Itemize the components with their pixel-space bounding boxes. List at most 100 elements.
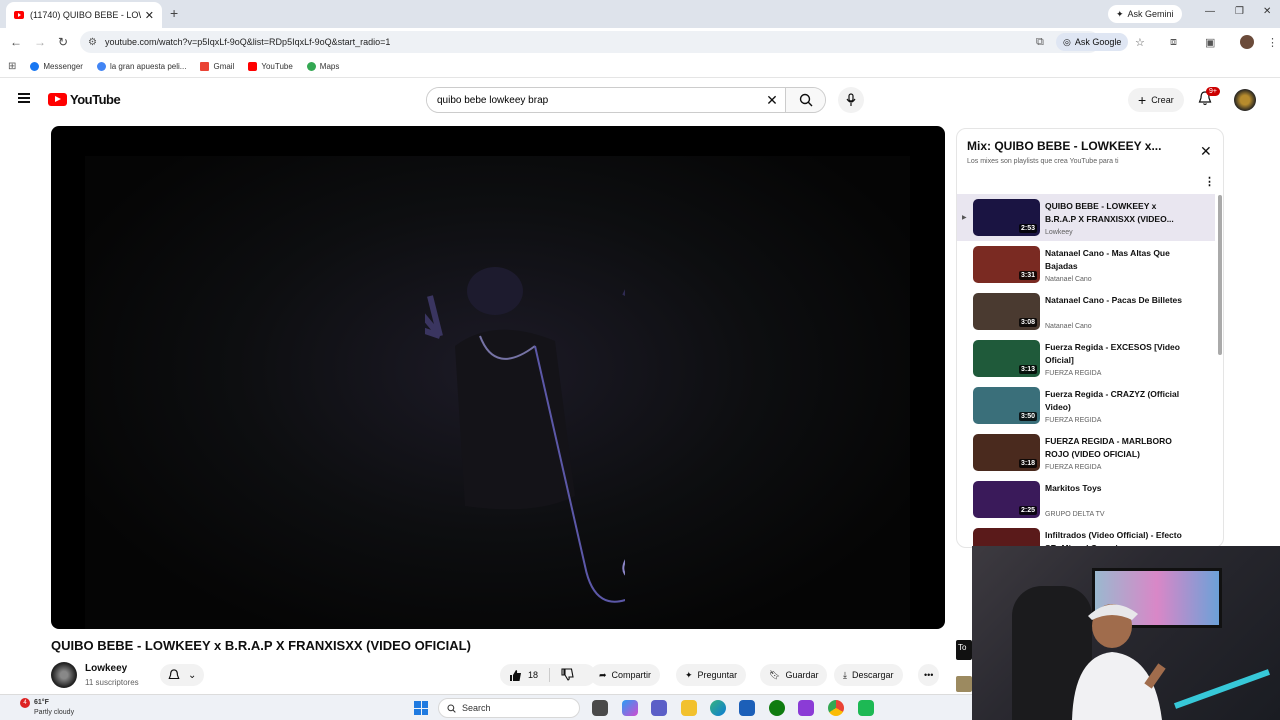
playlist-thumbnail[interactable]: 3:50 (973, 387, 1040, 424)
menu-icon[interactable] (18, 93, 30, 103)
youtube-logo[interactable]: YouTube (48, 92, 121, 107)
save-label: Guardar (785, 670, 819, 680)
playlist-thumbnail[interactable]: 3:31 (973, 246, 1040, 283)
download-button[interactable]: ⤓ Descargar (834, 664, 903, 686)
ask-gemini-button[interactable]: ✦ Ask Gemini (1108, 5, 1182, 23)
clear-search-icon[interactable]: ✕ (759, 92, 785, 109)
sidepanel-icon[interactable]: ▣ (1205, 36, 1215, 49)
ask-button[interactable]: ✦ Preguntar (676, 664, 747, 686)
playlist-item[interactable]: Infiltrados (Video Official) - Efecto SR… (957, 523, 1215, 547)
plus-icon: + (1138, 92, 1147, 108)
playlist-item[interactable]: 3:13 Fuerza Regida - EXCESOS [Video Ofici… (957, 335, 1215, 382)
playlist-item-title[interactable]: Natanael Cano - Pacas De Billetes (1045, 294, 1185, 307)
playlist-item[interactable]: 3:31 Natanael Cano - Mas Altas Que Bajada… (957, 241, 1215, 288)
now-playing-icon: ▶ (962, 215, 967, 221)
playlist-item[interactable]: 3:50 Fuerza Regida - CRAZYZ (Official Vid… (957, 382, 1215, 429)
save-button[interactable]: 🔖︎ Guardar (760, 664, 828, 686)
playlist-thumbnail[interactable]: 3:18 (973, 434, 1040, 471)
search-input[interactable] (427, 88, 759, 112)
playlist-thumbnail[interactable]: 2:53 (973, 199, 1040, 236)
duration-badge: 2:25 (1018, 506, 1037, 515)
bell-icon (168, 668, 180, 679)
forward-icon[interactable]: → (34, 35, 46, 49)
app-icon-purple[interactable] (798, 700, 814, 716)
playlist-item[interactable]: ▶ 2:53 QUIBO BEBE - LOWKEEY x B.R.A.P X FR… (957, 194, 1215, 241)
playlist-thumbnail[interactable]: 2:25 (973, 481, 1040, 518)
minimize-icon[interactable]: — (1205, 6, 1215, 17)
cast-icon[interactable]: ⧉ (1036, 36, 1044, 49)
bookmark-gmail[interactable]: Gmail (200, 62, 234, 71)
teams-icon[interactable] (651, 700, 667, 716)
edge-icon[interactable] (710, 700, 726, 716)
taskbar-search[interactable]: Search (438, 698, 580, 718)
thumbs-up-icon (510, 669, 521, 681)
xbox-icon[interactable] (769, 700, 785, 716)
bookmark-maps[interactable]: Maps (306, 62, 339, 71)
ask-google-button[interactable]: ◎ Ask Google (1056, 33, 1129, 51)
playlist-item-title[interactable]: Fuerza Regida - CRAZYZ (Official Video) (1045, 388, 1185, 414)
dislike-button[interactable] (561, 667, 574, 683)
taskbar-search-label: Search (462, 703, 491, 713)
playlist-item-title[interactable]: QUIBO BEBE - LOWKEEY x B.R.A.P X FRANXIS… (1045, 200, 1185, 226)
account-avatar[interactable] (1234, 89, 1256, 111)
profile-avatar[interactable] (1240, 35, 1254, 49)
copilot-icon[interactable] (622, 700, 638, 716)
extensions-icon[interactable]: ⧈ (1170, 36, 1177, 49)
close-window-icon[interactable]: ✕ (1263, 6, 1271, 17)
task-view-icon[interactable] (592, 700, 608, 716)
weather-widget[interactable]: 4 61°F Partly cloudy (18, 698, 74, 718)
playlist-item-title[interactable]: Natanael Cano - Mas Altas Que Bajadas (1045, 247, 1185, 273)
address-bar[interactable]: ⚙ youtube.com/watch?v=p5IqxLf-9oQ&list=R… (80, 31, 1100, 53)
close-tab-icon[interactable]: ✕ (145, 9, 154, 22)
bookmark-star-icon[interactable]: ☆ (1135, 36, 1145, 49)
youtube-logo-text: YouTube (70, 92, 121, 107)
subscription-bell-button[interactable]: ⌄ (160, 664, 205, 686)
playlist-item[interactable]: 3:18 FUERZA REGIDA - MARLBORO ROJO (VIDEO… (957, 429, 1215, 476)
playlist-thumbnail[interactable] (973, 528, 1040, 547)
site-info-icon[interactable]: ⚙ (88, 37, 97, 48)
playlist-thumbnail[interactable]: 3:13 (973, 340, 1040, 377)
download-label: Descargar (851, 670, 894, 680)
new-tab-button[interactable]: + (170, 5, 178, 21)
bookmark-youtube[interactable]: YouTube (248, 62, 293, 71)
video-player[interactable] (51, 126, 945, 629)
channel-name[interactable]: Lowkeey (85, 663, 127, 674)
share-icon: ➦ (599, 669, 607, 680)
playlist-item-title[interactable]: FUERZA REGIDA - MARLBORO ROJO (VIDEO OFI… (1045, 435, 1185, 461)
bookmark-la-gran-apuesta[interactable]: la gran apuesta peli... (96, 62, 186, 71)
webcam-overlay (972, 546, 1280, 720)
apps-grid-icon[interactable]: ⊞ (8, 61, 16, 72)
taskbar: 4 61°F Partly cloudy Search (0, 694, 972, 720)
playlist-thumbnail[interactable]: 3:08 (973, 293, 1040, 330)
playlist-item-title[interactable]: Markitos Toys (1045, 482, 1185, 495)
chrome-icon[interactable] (828, 700, 844, 716)
duration-badge: 3:08 (1018, 318, 1037, 327)
more-horizontal-icon: ••• (924, 670, 934, 680)
restore-icon[interactable]: ❐ (1235, 6, 1244, 17)
voice-search-button[interactable] (838, 87, 864, 113)
bookmark-messenger[interactable]: Messenger (30, 62, 83, 71)
search-button[interactable] (785, 88, 825, 112)
reload-icon[interactable]: ↻ (58, 35, 68, 49)
start-button[interactable] (414, 701, 428, 715)
close-playlist-icon[interactable]: ✕ (1200, 143, 1212, 160)
playlist-item-title[interactable]: Fuerza Regida - EXCESOS [Video Oficial] (1045, 341, 1185, 367)
create-button[interactable]: + Crear (1128, 88, 1184, 112)
playlist-item[interactable]: 2:25 Markitos Toys GRUPO DELTA TV (957, 476, 1215, 523)
share-button[interactable]: ➦ Compartir (590, 664, 661, 686)
store-icon[interactable] (739, 700, 755, 716)
app-icon-green[interactable] (858, 700, 874, 716)
browser-menu-icon[interactable]: ⋮ (1267, 36, 1278, 49)
download-icon: ⤓ (843, 669, 847, 680)
back-icon[interactable]: ← (10, 35, 22, 49)
browser-tab-active[interactable]: (11740) QUIBO BEBE - LOWKEEY x ✕ (6, 2, 162, 28)
playlist-more-icon[interactable]: ⋮ (1204, 175, 1215, 188)
playlist-item[interactable]: 3:08 Natanael Cano - Pacas De Billetes Nat… (957, 288, 1215, 335)
like-button[interactable]: 18 (509, 669, 538, 682)
ask-gemini-label: Ask Gemini (1127, 9, 1174, 19)
more-actions-button[interactable]: ••• (918, 664, 940, 686)
file-explorer-icon[interactable] (681, 700, 697, 716)
channel-avatar[interactable] (51, 662, 77, 688)
playlist-scrollbar[interactable] (1218, 195, 1222, 355)
video-frame (85, 156, 910, 629)
